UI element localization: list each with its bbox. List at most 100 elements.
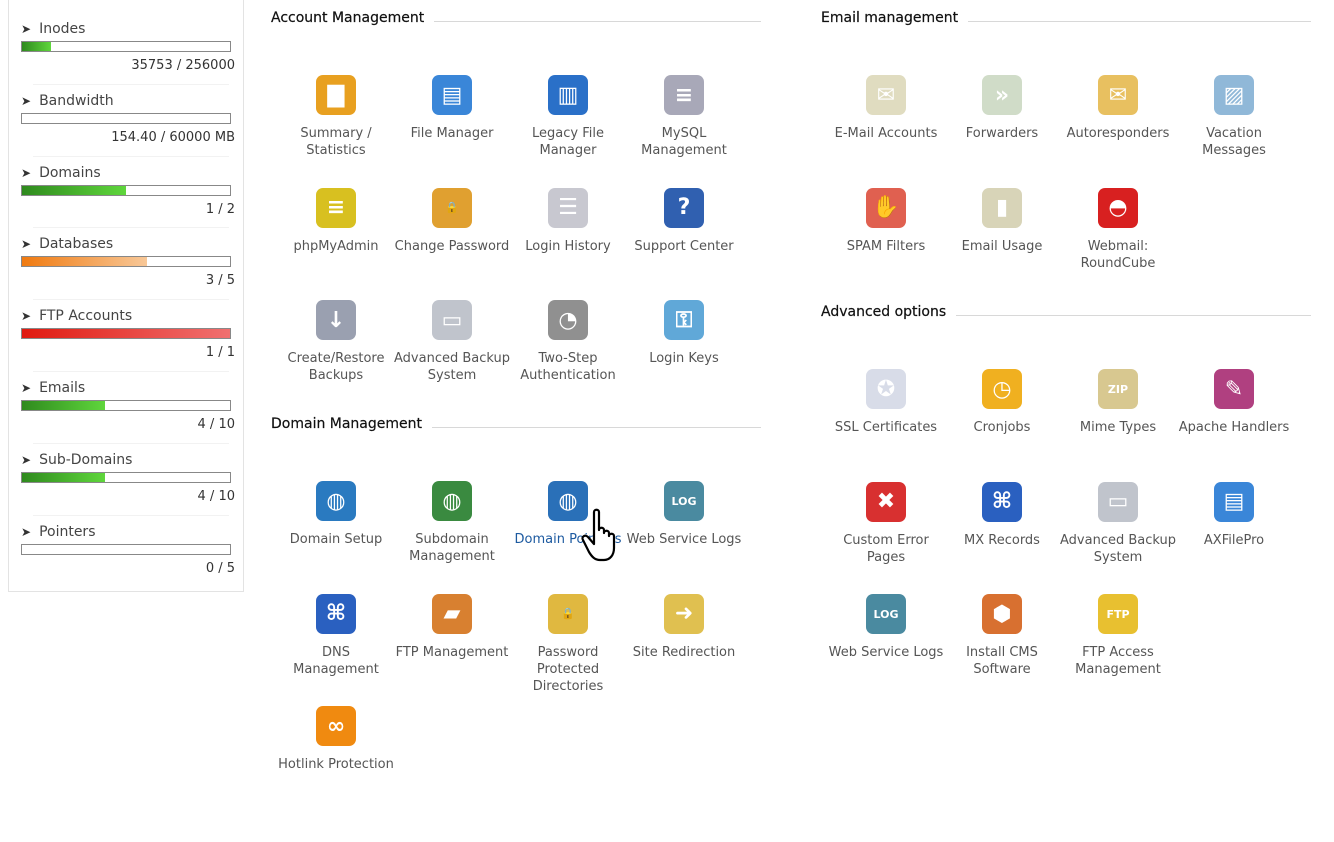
item-label: FTP Management: [395, 644, 509, 660]
item-subdomain-management[interactable]: ◍ Subdomain Management: [394, 481, 510, 565]
item-label: Create/Restore Backups: [287, 351, 385, 383]
item-spam-filters[interactable]: ✋ SPAM Filters: [828, 187, 944, 255]
arrow-right-icon: ➤: [21, 165, 32, 180]
stat-bandwidth: ➤ Bandwidth 154.40 / 60000 MB: [21, 92, 235, 145]
usage-bar-fill: [22, 329, 230, 339]
divider: [434, 20, 761, 22]
legacy-file-manager-icon: ▥: [548, 75, 588, 115]
item-two-step-authentication[interactable]: ◔ Two-Step Authentication: [510, 300, 626, 384]
globe-icon: ◍: [432, 481, 472, 521]
item-label: Cronjobs: [973, 420, 1031, 435]
stat-emails: ➤ Emails 4 / 10: [21, 379, 235, 432]
phpmyadmin-icon: ≡: [316, 187, 356, 228]
item-install-cms-software[interactable]: ⬢ Install CMS Software: [944, 594, 1060, 678]
item-summary-statistics[interactable]: ▇ Summary / Statistics: [278, 75, 394, 159]
two-step-icon: ◔: [548, 300, 588, 340]
arrow-right-icon: ➤: [21, 22, 32, 36]
stat-label: ➤ Pointers: [21, 523, 233, 541]
item-webmail-roundcube[interactable]: ◓ Webmail: RoundCube: [1060, 187, 1176, 272]
item-web-service-logs[interactable]: LOG Web Service Logs: [828, 594, 944, 661]
item-login-keys[interactable]: ⚿ Login Keys: [626, 300, 742, 367]
stat-name: Inodes: [39, 21, 86, 37]
item-ssl-certificates[interactable]: ✪ SSL Certificates: [828, 369, 944, 436]
item-label: Mime Types: [1079, 420, 1157, 435]
item-hotlink-protection[interactable]: ∞ Hotlink Protection: [278, 706, 394, 773]
dns-icon: ⌘: [316, 593, 356, 634]
log-icon: LOG: [866, 594, 906, 634]
section-header: Domain Management: [271, 414, 761, 434]
item-phpmyadmin[interactable]: ≡ phpMyAdmin: [278, 187, 394, 255]
divider: [33, 83, 229, 85]
stat-label: ➤ Databases: [21, 235, 233, 253]
section-account-management: Account Management ▇ Summary / Statistics ▤…: [271, 8, 761, 383]
stat-name: Emails: [39, 380, 86, 396]
forward-envelope-icon: »: [982, 75, 1022, 115]
item-site-redirection[interactable]: ➜ Site Redirection: [626, 593, 742, 661]
usage-bar: [21, 41, 231, 52]
item-web-service-logs[interactable]: LOG Web Service Logs: [626, 481, 742, 548]
arrow-right-icon: ➤: [21, 309, 32, 324]
item-label: SPAM Filters: [846, 238, 926, 254]
item-label: Email Usage: [961, 238, 1043, 254]
hand-cursor-icon: [581, 508, 616, 562]
arrow-right-icon: ➤: [21, 93, 32, 108]
item-axfilepro[interactable]: ▤ AXFilePro: [1176, 481, 1292, 549]
divider: [956, 314, 1311, 316]
item-ftp-management[interactable]: ▰ FTP Management: [394, 593, 510, 661]
stat-value: 35753 / 256000: [131, 58, 235, 73]
divider: [33, 371, 229, 372]
login-history-icon: ☰: [548, 187, 588, 228]
item-label: Advanced Backup System: [1060, 532, 1176, 565]
item-vacation-messages[interactable]: ▨ Vacation Messages: [1176, 75, 1292, 159]
item-e-mail-accounts[interactable]: ✉ E-Mail Accounts: [828, 75, 944, 142]
mx-icon: ⌘: [982, 481, 1022, 522]
roundcube-icon: ◓: [1098, 187, 1138, 228]
stat-value: 1 / 2: [205, 201, 235, 217]
usage-bar-fill: [22, 257, 147, 267]
item-label: FTP Access Management: [1075, 645, 1161, 677]
ftp-folder-icon: ▰: [432, 593, 472, 634]
item-autoresponders[interactable]: ✉ Autoresponders: [1060, 75, 1176, 142]
item-forwarders[interactable]: » Forwarders: [944, 75, 1060, 142]
item-label: DNS Management: [293, 644, 379, 677]
axfilepro-icon: ▤: [1214, 481, 1254, 522]
item-change-password[interactable]: 🔒 Change Password: [394, 187, 510, 255]
item-custom-error-pages[interactable]: ✖ Custom Error Pages: [828, 481, 944, 566]
stat-ftp-accounts: ➤ FTP Accounts 1 / 1: [21, 307, 235, 360]
item-dns-management[interactable]: ⌘ DNS Management: [278, 593, 394, 678]
item-label: Legacy File Manager: [532, 126, 604, 158]
clock-icon: ◷: [982, 369, 1022, 409]
support-icon: ?: [664, 187, 704, 228]
item-label: Web Service Logs: [828, 645, 944, 660]
item-email-usage[interactable]: ▮ Email Usage: [944, 187, 1060, 255]
item-apache-handlers[interactable]: ✎ Apache Handlers: [1176, 369, 1292, 436]
item-label: Apache Handlers: [1178, 420, 1290, 435]
item-support-center[interactable]: ? Support Center: [626, 187, 742, 255]
item-domain-setup[interactable]: ◍ Domain Setup: [278, 481, 394, 548]
email-usage-icon: ▮: [982, 187, 1022, 228]
backup-drive-icon: ▭: [1098, 481, 1138, 522]
item-password-protected-directories[interactable]: 🔒 Password Protected Directories: [510, 593, 626, 695]
item-label: SSL Certificates: [834, 420, 938, 435]
item-label: MySQL Management: [641, 126, 727, 158]
usage-bar: [21, 256, 231, 268]
item-label: Two-Step Authentication: [520, 351, 616, 383]
item-file-manager[interactable]: ▤ File Manager: [394, 75, 510, 142]
item-label: Subdomain Management: [409, 532, 495, 564]
stat-value: 4 / 10: [197, 417, 235, 432]
item-mx-records[interactable]: ⌘ MX Records: [944, 481, 1060, 549]
item-label: Webmail: RoundCube: [1080, 238, 1156, 271]
item-advanced-backup-system[interactable]: ▭ Advanced Backup System: [1060, 481, 1176, 566]
item-login-history[interactable]: ☰ Login History: [510, 187, 626, 255]
item-advanced-backup-system[interactable]: ▭ Advanced Backup System: [394, 300, 510, 384]
item-mysql-management[interactable]: ≡ MySQL Management: [626, 75, 742, 159]
chart-icon: ▇: [316, 75, 356, 115]
item-mime-types[interactable]: ZIP Mime Types: [1060, 369, 1176, 436]
item-cronjobs[interactable]: ◷ Cronjobs: [944, 369, 1060, 436]
apache-icon: ✎: [1214, 369, 1254, 409]
usage-bar: [21, 543, 231, 555]
item-create-restore-backups[interactable]: ↓ Create/Restore Backups: [278, 300, 394, 384]
item-ftp-access-management[interactable]: FTP FTP Access Management: [1060, 594, 1176, 678]
stat-value: 3 / 5: [205, 273, 235, 289]
item-legacy-file-manager[interactable]: ▥ Legacy File Manager: [510, 75, 626, 159]
